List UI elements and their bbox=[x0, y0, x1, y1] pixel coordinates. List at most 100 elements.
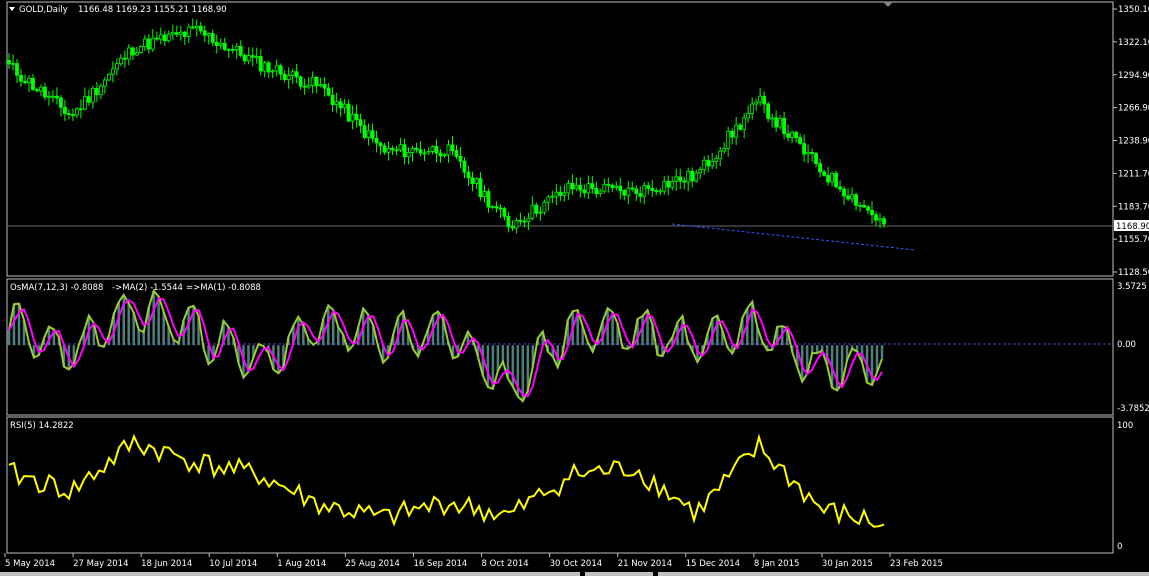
candle-body bbox=[43, 86, 47, 98]
time-tick-label: 25 Aug 2014 bbox=[345, 559, 399, 569]
candle-body bbox=[222, 42, 227, 50]
candle-body bbox=[75, 108, 79, 116]
candle-body bbox=[634, 188, 639, 194]
candle-body bbox=[806, 152, 810, 155]
candle-body bbox=[102, 79, 107, 87]
price-tick-label: 1322.10 bbox=[1118, 38, 1149, 48]
candle-body bbox=[23, 80, 27, 84]
candle-body bbox=[726, 130, 731, 149]
candle-body bbox=[474, 178, 479, 184]
osma-histogram bbox=[7, 290, 884, 402]
candle-body bbox=[494, 206, 499, 209]
candle-body bbox=[746, 113, 751, 119]
candle-body bbox=[394, 149, 399, 152]
candle-body bbox=[882, 218, 886, 225]
chart-tab-2[interactable] bbox=[585, 572, 653, 576]
candle-body bbox=[210, 33, 215, 43]
candle-body bbox=[454, 150, 459, 157]
candle-body bbox=[438, 152, 443, 157]
candle-body bbox=[470, 177, 475, 184]
candle-body bbox=[650, 187, 655, 191]
candle-body bbox=[830, 172, 834, 183]
candle-body bbox=[114, 63, 119, 70]
candle-body bbox=[318, 84, 323, 87]
candle-body bbox=[658, 190, 663, 193]
osma-title: OsMA(7,12,3) -0.8088 bbox=[10, 283, 103, 293]
candle-body bbox=[662, 180, 667, 192]
candle-body bbox=[794, 131, 799, 139]
candle-body bbox=[674, 176, 679, 182]
candle-body bbox=[27, 77, 31, 84]
candle-body bbox=[262, 62, 267, 72]
candle-body bbox=[406, 152, 411, 158]
candle-body bbox=[610, 184, 615, 188]
candle-body bbox=[358, 119, 363, 127]
candle-body bbox=[71, 114, 75, 116]
candle-body bbox=[822, 171, 826, 176]
candle-body bbox=[690, 170, 695, 182]
candle-body bbox=[554, 191, 559, 197]
osma-ma1-label: =>MA(1) -0.8088 bbox=[186, 283, 261, 293]
candle-body bbox=[250, 55, 255, 58]
candle-body bbox=[502, 208, 507, 217]
candle-body bbox=[742, 117, 747, 130]
candle-body bbox=[434, 146, 439, 154]
candle-body bbox=[626, 187, 631, 196]
candle-body bbox=[122, 57, 127, 60]
osma-tick-top: 3.5725 bbox=[1117, 282, 1147, 292]
candle-body bbox=[518, 220, 523, 222]
candle-body bbox=[338, 101, 343, 109]
candle-body bbox=[722, 148, 727, 152]
candle-body bbox=[79, 108, 83, 111]
candle-body bbox=[206, 33, 211, 36]
candle-body bbox=[598, 190, 603, 194]
candle-body bbox=[274, 65, 279, 72]
chart-tab-1[interactable] bbox=[0, 572, 580, 576]
candle-body bbox=[818, 163, 822, 173]
price-tick-label: 1294.90 bbox=[1118, 71, 1149, 81]
candle-body bbox=[586, 183, 591, 194]
candle-body bbox=[442, 154, 447, 157]
candle-body bbox=[590, 183, 595, 189]
candle-body bbox=[370, 130, 375, 139]
candle-body bbox=[506, 215, 511, 228]
candle-body bbox=[762, 95, 767, 105]
candle-body bbox=[730, 130, 735, 138]
support-trendline[interactable] bbox=[671, 223, 916, 251]
candle-body bbox=[738, 124, 743, 130]
chart-window[interactable]: GOLD,Daily 1166.48 1169.23 1155.21 1168.… bbox=[0, 0, 1149, 576]
price-tick-label: 1155.70 bbox=[1118, 235, 1149, 245]
candle-body bbox=[326, 87, 331, 96]
candle-body bbox=[166, 33, 171, 42]
candle-body bbox=[534, 204, 539, 214]
shift-marker-icon[interactable] bbox=[883, 2, 893, 7]
candle-body bbox=[346, 103, 351, 122]
chart-tabs-bar[interactable] bbox=[0, 572, 1149, 576]
candle-body bbox=[174, 32, 179, 35]
candle-body bbox=[118, 57, 123, 65]
candle-body bbox=[526, 217, 531, 223]
candle-body bbox=[278, 65, 283, 75]
candle-body bbox=[714, 158, 719, 162]
time-tick-label: 1 Aug 2014 bbox=[277, 559, 326, 569]
osma-panel-frame bbox=[6, 278, 1114, 416]
candle-body bbox=[426, 150, 431, 154]
osma-tick-zero: 0.00 bbox=[1117, 340, 1136, 350]
time-tick-label: 23 Feb 2015 bbox=[890, 559, 943, 569]
candle-body bbox=[850, 194, 854, 200]
candle-body bbox=[546, 196, 551, 203]
candle-body bbox=[550, 195, 555, 198]
candle-body bbox=[7, 59, 11, 65]
candle-body bbox=[702, 159, 707, 170]
candle-body bbox=[430, 146, 435, 152]
chart-tab-3[interactable] bbox=[658, 572, 1149, 576]
panel-menu-icon[interactable] bbox=[9, 7, 15, 11]
time-tick-label: 15 Dec 2014 bbox=[686, 559, 740, 569]
candle-body bbox=[258, 55, 263, 72]
candle-body bbox=[374, 137, 379, 144]
candle-body bbox=[678, 176, 683, 182]
candle-body bbox=[306, 84, 311, 88]
candle-body bbox=[234, 46, 239, 51]
candle-body bbox=[150, 37, 155, 50]
osma-ma2-label: ->MA(2) -1.5544 bbox=[112, 283, 183, 293]
